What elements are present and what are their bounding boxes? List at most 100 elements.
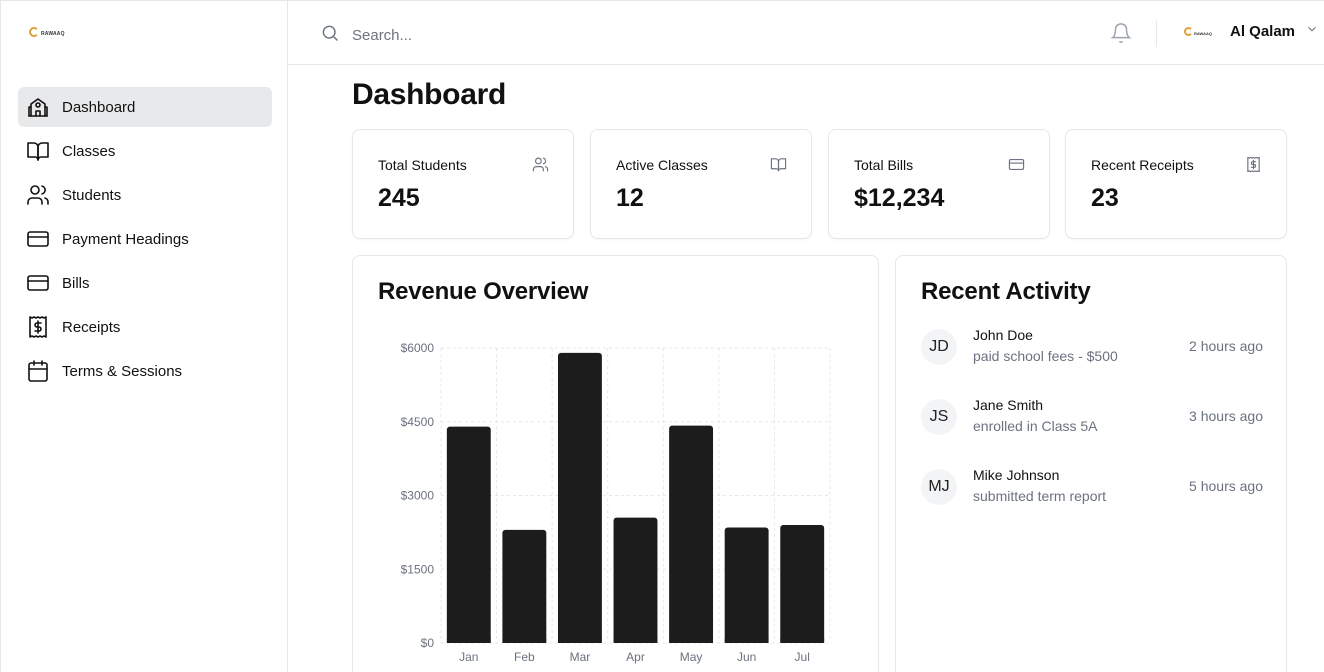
activity-avatar: JD — [921, 329, 957, 365]
bar — [557, 352, 602, 643]
activity-user: Jane Smith — [973, 397, 1044, 413]
sidebar-item-label: Dashboard — [62, 98, 136, 116]
x-tick-label: Jan — [459, 650, 478, 664]
search-input[interactable] — [352, 27, 652, 44]
user-menu[interactable]: RAWAAQ Al Qalam — [1184, 22, 1319, 41]
panel-title: Recent Activity — [921, 278, 1091, 305]
stat-label: Total Students — [378, 157, 467, 173]
stat-card-total-students: Total Students 245 — [352, 129, 574, 239]
calendar-icon — [26, 359, 50, 383]
bar — [613, 517, 658, 643]
bar — [724, 527, 769, 643]
bar-base — [613, 639, 658, 643]
credit-card-icon — [26, 227, 50, 251]
top-header: RAWAAQ Al Qalam — [288, 0, 1324, 65]
book-open-icon — [26, 139, 50, 163]
sidebar-item-label: Classes — [62, 142, 116, 160]
sidebar-item-bills[interactable]: Bills — [18, 263, 272, 303]
avatar-logo-text: RAWAAQ — [1194, 30, 1212, 36]
bell-icon — [1110, 23, 1132, 48]
bar — [669, 425, 714, 643]
users-icon — [26, 183, 50, 207]
sidebar-nav: Dashboard Classes Students Payment Headi… — [18, 87, 272, 395]
bar-base — [557, 639, 602, 643]
activity-avatar: JS — [921, 399, 957, 435]
revenue-bar-chart: $0 $1500 $3000 $4500 $6000 Jan Feb Mar Apr May Jun… — [401, 341, 831, 664]
activity-time: 5 hours ago — [1189, 478, 1263, 494]
stat-value: 12 — [616, 184, 644, 212]
receipt-icon — [26, 315, 50, 339]
stat-label: Active Classes — [616, 157, 708, 173]
sidebar-item-terms-sessions[interactable]: Terms & Sessions — [18, 351, 272, 391]
sidebar-item-dashboard[interactable]: Dashboard — [18, 87, 272, 127]
bar — [502, 529, 547, 643]
brand-logo[interactable]: RAWAAQ — [29, 27, 65, 37]
header-divider — [1156, 21, 1157, 47]
activity-time: 3 hours ago — [1189, 408, 1263, 424]
stat-value: 23 — [1091, 184, 1119, 212]
bar — [446, 426, 491, 643]
credit-card-icon — [26, 271, 50, 295]
activity-time: 2 hours ago — [1189, 338, 1263, 354]
activity-user: John Doe — [973, 327, 1033, 343]
notifications-button[interactable] — [1110, 22, 1132, 44]
stat-label: Recent Receipts — [1091, 157, 1194, 173]
x-tick-label: Apr — [626, 650, 645, 664]
stat-card-recent-receipts: Recent Receipts 23 — [1065, 129, 1287, 239]
stat-value: $12,234 — [854, 184, 945, 212]
x-tick-label: Feb — [514, 650, 535, 664]
search-icon — [320, 23, 340, 48]
x-tick-label: Jun — [737, 650, 756, 664]
stat-card-active-classes: Active Classes 12 — [590, 129, 812, 239]
sidebar-item-label: Receipts — [62, 318, 121, 336]
activity-item[interactable]: MJ Mike Johnson submitted term report 5 … — [921, 467, 1263, 507]
user-avatar: RAWAAQ — [1184, 27, 1214, 36]
activity-description: submitted term report — [973, 488, 1107, 504]
bar-base — [446, 639, 491, 643]
activity-description: paid school fees - $500 — [973, 348, 1118, 364]
stat-label: Total Bills — [854, 157, 914, 173]
bar-base — [669, 639, 714, 643]
revenue-overview-panel: Revenue Overview $0 $1500 $3000 $4500 $6000 J… — [352, 255, 879, 672]
bar — [780, 525, 825, 643]
logo-mark-icon — [29, 27, 39, 37]
activity-item[interactable]: JD John Doe paid school fees - $500 2 ho… — [921, 327, 1263, 367]
x-tick-label: Jul — [795, 650, 810, 664]
credit-card-icon — [1008, 156, 1025, 173]
stat-card-total-bills: Total Bills $12,234 — [828, 129, 1050, 239]
y-tick-label: $4500 — [401, 415, 435, 429]
y-tick-label: $3000 — [401, 489, 435, 503]
sidebar-item-label: Terms & Sessions — [62, 362, 183, 380]
logo-text: RAWAAQ — [41, 31, 65, 37]
activity-user: Mike Johnson — [973, 467, 1060, 483]
bar-base — [780, 639, 825, 643]
y-tick-label: $6000 — [401, 341, 435, 355]
receipt-icon — [1245, 156, 1262, 173]
users-icon — [532, 156, 549, 173]
search-bar — [320, 23, 652, 48]
recent-activity-panel: Recent Activity JD John Doe paid school … — [895, 255, 1287, 672]
activity-item[interactable]: JS Jane Smith enrolled in Class 5A 3 hou… — [921, 397, 1263, 437]
activity-description: enrolled in Class 5A — [973, 418, 1098, 434]
sidebar: RAWAAQ Dashboard Classes Students Paymen… — [0, 0, 288, 672]
chevron-down-icon — [1295, 22, 1319, 41]
school-icon — [26, 95, 50, 119]
sidebar-item-label: Students — [62, 186, 122, 204]
x-tick-label: May — [680, 650, 703, 664]
sidebar-item-payment-headings[interactable]: Payment Headings — [18, 219, 272, 259]
sidebar-item-label: Bills — [62, 274, 90, 292]
book-open-icon — [770, 156, 787, 173]
activity-avatar: MJ — [921, 469, 957, 505]
sidebar-item-students[interactable]: Students — [18, 175, 272, 215]
y-tick-label: $0 — [421, 636, 435, 650]
stat-value: 245 — [378, 184, 420, 212]
bar-base — [502, 639, 547, 643]
sidebar-item-classes[interactable]: Classes — [18, 131, 272, 171]
logo-mark-icon — [1184, 27, 1193, 36]
bar-base — [724, 639, 769, 643]
x-tick-label: Mar — [570, 650, 591, 664]
page-title: Dashboard — [352, 78, 506, 111]
y-tick-label: $1500 — [401, 562, 435, 576]
sidebar-item-receipts[interactable]: Receipts — [18, 307, 272, 347]
sidebar-item-label: Payment Headings — [62, 230, 189, 248]
